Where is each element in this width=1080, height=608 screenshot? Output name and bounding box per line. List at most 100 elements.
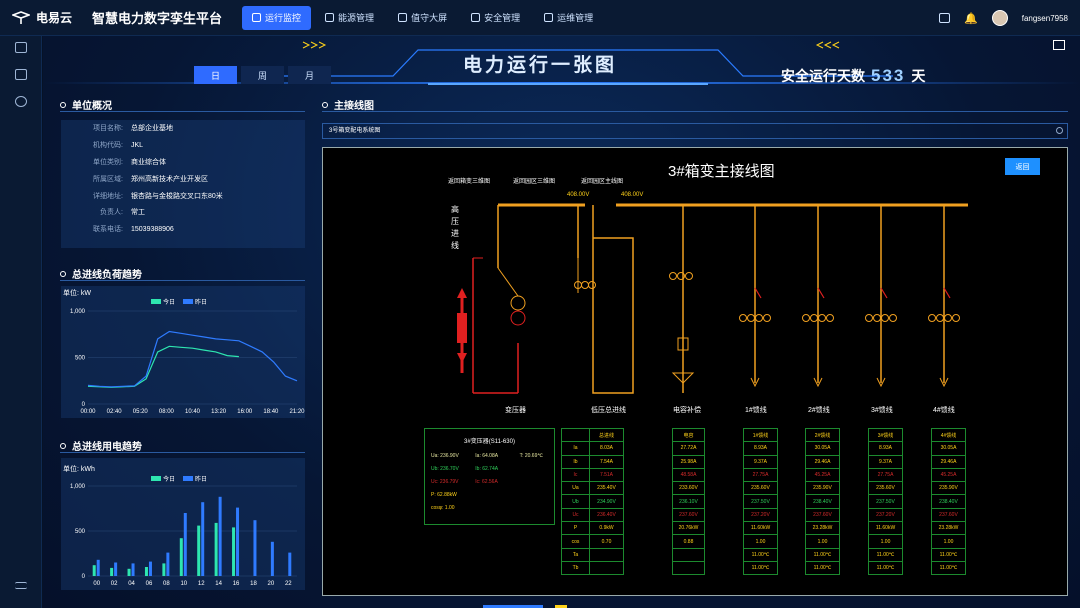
- x-tick-label: 20: [268, 581, 275, 587]
- table-row-label: Ib: [561, 454, 590, 469]
- ct-coil: [685, 272, 693, 280]
- table-header: 3#馈线: [868, 427, 903, 443]
- transformer-row: Ua: 236.90V Ia: 64.08A T: 20.69℃: [425, 449, 554, 462]
- ct-coil: [755, 314, 763, 322]
- table-cell: 8.93A: [743, 441, 778, 456]
- x-tick-label: 02:40: [107, 409, 123, 415]
- series-line: [87, 345, 239, 388]
- tab-0[interactable]: 日: [194, 66, 237, 84]
- bullet-icon: [60, 270, 66, 277]
- table-cell: 235.60V: [868, 481, 903, 496]
- bar: [197, 525, 201, 576]
- overview-row: 详细地址: 银杏路与金梭路交叉口东80米: [61, 187, 305, 204]
- left-sidebar: [0, 36, 42, 608]
- ct-coil: [944, 314, 952, 322]
- table-cell: 48.58A: [672, 467, 705, 483]
- diagram-search-input[interactable]: 3号箱变配电系统图: [322, 123, 1068, 139]
- table-cell: 237.50V: [743, 494, 778, 509]
- bullet-icon: [60, 442, 66, 449]
- monitor-screen-icon[interactable]: [939, 13, 951, 23]
- overview-title-text: 单位概况: [72, 101, 112, 112]
- table-cell: 234.90V: [589, 494, 624, 509]
- overview-value: 银杏路与金梭路交叉口东80米: [131, 192, 223, 200]
- layers-icon[interactable]: [15, 42, 27, 53]
- tools-icon: [544, 13, 554, 22]
- bar: [92, 565, 96, 576]
- nav-item-0[interactable]: 运行监控: [242, 5, 312, 30]
- transformer-value: Ib: 62.74A: [475, 465, 499, 472]
- safety-unit: 天: [911, 68, 926, 84]
- transformer-value: Ua: 236.90V: [431, 452, 459, 459]
- brand-logo[interactable]: 电易云: [12, 9, 72, 26]
- overview-key: 所属区域:: [93, 175, 123, 183]
- nav-label: 能源管理: [338, 13, 375, 23]
- nav-label: 运行监控: [265, 13, 302, 23]
- x-tick-label: 00: [93, 581, 100, 587]
- bar: [288, 552, 292, 576]
- chart-icon[interactable]: [15, 69, 27, 80]
- caption-feeder-1: 1#馈线: [745, 407, 767, 414]
- ct-coil: [865, 314, 873, 322]
- menu-collapse-icon[interactable]: [15, 582, 27, 589]
- bar: [131, 563, 135, 576]
- clock-icon[interactable]: [15, 96, 27, 107]
- table-cell: 238.40V: [805, 494, 840, 509]
- bell-icon[interactable]: 🔔: [964, 12, 978, 25]
- nav-label: 安全管理: [484, 13, 521, 23]
- tab-2[interactable]: 月: [288, 66, 331, 84]
- screen-icon: [398, 13, 408, 22]
- table-cell: 11.00℃: [743, 547, 778, 562]
- bar: [183, 513, 187, 576]
- ct-coil: [952, 314, 960, 322]
- table-cell: 23.28kW: [931, 521, 966, 536]
- table-cell: 233.60V: [672, 481, 705, 496]
- table-cell: 29.46A: [805, 454, 840, 469]
- energy-chart: 单位: kWh 今日 昨日 1,000 500 0 00 02 04 06 08 10 12 14 1…: [61, 458, 305, 590]
- avatar[interactable]: [991, 10, 1008, 26]
- bullet-icon: [322, 101, 328, 108]
- overview-key: 单位类别:: [93, 158, 123, 166]
- data-table-4: 3#馈线 8.93A 9.37A 27.75A 235.60V 237.50V 237.20…: [868, 427, 903, 576]
- ct-coil: [881, 314, 889, 322]
- nav-item-2[interactable]: 值守大屏: [388, 6, 457, 30]
- overview-value: 常工: [131, 209, 145, 217]
- table-cell: 23.28kW: [805, 521, 840, 536]
- x-tick-label: 12: [198, 581, 205, 587]
- ct-coil: [763, 314, 771, 322]
- wiring-diagram: 3#箱变主接线图 返回 返回箱变三维图 返回园区三维图 返回园区主线图 408.…: [322, 147, 1068, 596]
- ct-coil: [936, 314, 944, 322]
- search-icon[interactable]: [1056, 127, 1063, 134]
- x-tick-label: 22: [285, 581, 292, 587]
- nav-item-3[interactable]: 安全管理: [461, 6, 530, 30]
- table-cell: 1.00: [805, 534, 840, 549]
- table-header: 总进线: [589, 427, 624, 443]
- bar: [166, 552, 170, 576]
- table-cell: 0.88: [672, 534, 705, 549]
- energy-bar-chart: 1,000500000 02 04 06 08 10 12 14 16 18 20 22: [70, 484, 297, 587]
- overview-key: 负责人:: [100, 209, 123, 217]
- table-cell: 235.90V: [805, 481, 840, 496]
- nav-item-4[interactable]: 运维管理: [534, 6, 603, 30]
- energy-chart-title-text: 总进线用电趋势: [72, 442, 142, 453]
- fullscreen-icon[interactable]: [1053, 40, 1065, 50]
- table-cell: 236.40V: [589, 507, 624, 523]
- bar: [127, 568, 131, 576]
- overview-row: 所属区域: 郑州高新技术产业开发区: [61, 170, 305, 187]
- divider: [60, 280, 305, 281]
- username[interactable]: fangsen7958: [1022, 14, 1068, 23]
- table-cell: 27.75A: [743, 467, 778, 483]
- table-cell: 9.37A: [868, 454, 903, 469]
- period-tabs: 日周月: [194, 66, 331, 84]
- table-row-label: Ta: [561, 547, 590, 562]
- overview-key: 详细地址:: [93, 192, 123, 200]
- caption-lv-incoming: 低压总进线: [591, 407, 626, 414]
- table-header: 1#馈线: [743, 427, 778, 443]
- tab-1[interactable]: 周: [241, 66, 284, 84]
- x-tick-label: 16:00: [237, 409, 253, 415]
- table-cell: [589, 547, 624, 562]
- load-line-chart: 1,000 500 000:00 02:40 05:20 08:00 10:40 13:20 1…: [70, 309, 305, 415]
- bullet-icon: [60, 101, 66, 108]
- overview-key: 项目名称:: [93, 125, 123, 133]
- overview-row: 机构代码: JKL: [61, 137, 305, 154]
- nav-item-1[interactable]: 能源管理: [315, 6, 384, 30]
